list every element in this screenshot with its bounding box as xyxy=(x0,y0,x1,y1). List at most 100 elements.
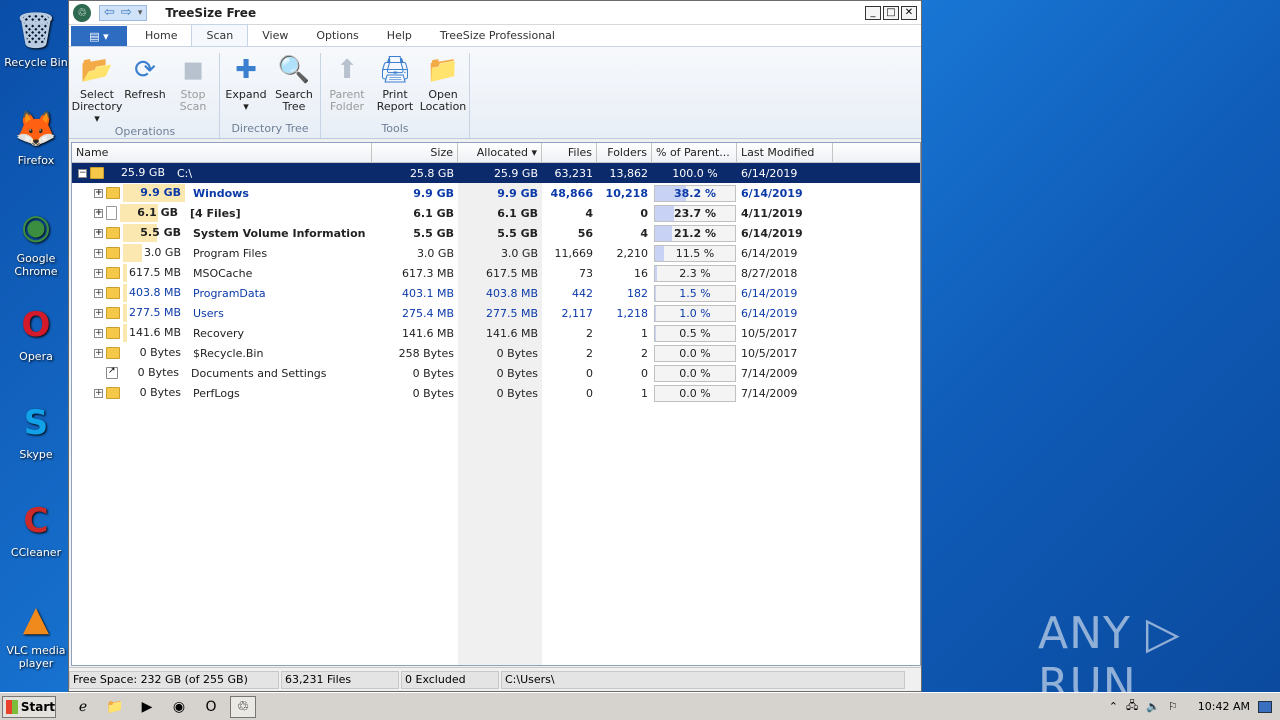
folder-icon xyxy=(106,247,120,259)
percent-bar: 2.3 % xyxy=(654,264,736,282)
name-cell: +9.9 GB Windows xyxy=(72,183,372,203)
expand-icon: ✚ xyxy=(235,55,257,85)
taskbar-explorer-icon[interactable]: 📁 xyxy=(102,696,128,718)
ccleaner-icon: C xyxy=(23,501,49,541)
print-report-button[interactable]: 🖨 Print Report xyxy=(373,53,417,122)
taskbar-ie-icon[interactable]: ℯ xyxy=(70,696,96,718)
files-cell: 63,231 xyxy=(554,166,594,180)
table-row[interactable]: − 25.9 GB C:\ 25.8 GB 25.9 GB 63,231 13,862 100… xyxy=(72,163,920,183)
search-tree-button[interactable]: 🔍 Search Tree xyxy=(272,53,316,122)
tab-options[interactable]: Options xyxy=(302,25,372,46)
minimize-button[interactable]: _ xyxy=(865,5,881,20)
expand-toggle-icon[interactable]: + xyxy=(94,248,103,258)
table-row[interactable]: 0 BytesDocuments and Settings0 Bytes0 By… xyxy=(72,363,920,383)
folder-name: MSOCache xyxy=(193,266,253,280)
tab-help[interactable]: Help xyxy=(373,25,426,46)
maximize-button[interactable]: □ xyxy=(883,5,899,20)
expand-toggle-icon[interactable]: + xyxy=(94,328,103,338)
expand-toggle-icon[interactable]: − xyxy=(78,168,87,178)
folders-cell: 16 xyxy=(634,266,648,280)
app-icon[interactable]: ♲ xyxy=(73,3,91,22)
taskbar-media-player-icon[interactable]: ▶ xyxy=(134,696,160,718)
expand-toggle-icon[interactable]: + xyxy=(94,288,103,298)
action-center-flag-icon[interactable]: ⚐ xyxy=(1168,700,1178,713)
network-icon[interactable]: 🖧 xyxy=(1126,697,1138,716)
tab-view[interactable]: View xyxy=(248,25,302,46)
table-row[interactable]: +141.6 MB Recovery 141.6 MB 141.6 MB 2 1 0.5 %… xyxy=(72,323,920,343)
back-arrow-icon[interactable]: ⇦ xyxy=(104,5,115,20)
window-title: TreeSize Free xyxy=(165,5,257,20)
desktop-icon-google-chrome[interactable]: ◉ Google Chrome xyxy=(4,204,68,278)
skype-icon: S xyxy=(23,403,49,443)
table-row[interactable]: +5.5 GB System Volume Information 5.5 GB 5.… xyxy=(72,223,920,243)
folders-cell: 13,862 xyxy=(609,166,649,180)
select-directory-button[interactable]: 📂 Select Directory ▾ xyxy=(72,53,123,125)
parent-folder-button: ⬆ Parent Folder xyxy=(325,53,369,122)
expand-toggle-icon[interactable]: + xyxy=(94,208,103,218)
expand-toggle-icon[interactable]: + xyxy=(94,268,103,278)
taskbar-opera-icon[interactable]: O xyxy=(198,696,224,718)
table-row[interactable]: +9.9 GB Windows 9.9 GB 9.9 GB 48,866 10,218 38… xyxy=(72,183,920,203)
title-bar: ♲ ⇦ ⇨ ▾ TreeSize Free _ □ ✕ xyxy=(69,1,921,25)
expand-toggle-icon[interactable]: + xyxy=(94,308,103,318)
expand-button[interactable]: ✚ Expand ▾ xyxy=(224,53,268,122)
ribbon-group-directory-tree: ✚ Expand ▾ 🔍 Search Tree Directory Tree xyxy=(220,53,321,138)
folders-cell: 1,218 xyxy=(616,306,649,320)
size-tag: 5.5 GB xyxy=(123,224,185,242)
table-row[interactable]: +3.0 GB Program Files 3.0 GB 3.0 GB 11,669 2,… xyxy=(72,243,920,263)
name-cell: − 25.9 GB C:\ xyxy=(72,163,372,183)
table-row[interactable]: +0 Bytes $Recycle.Bin 258 Bytes 0 Bytes 2 2 0.… xyxy=(72,343,920,363)
column-header-name[interactable]: Name xyxy=(72,143,372,162)
expand-toggle-icon[interactable] xyxy=(94,369,103,378)
desktop-icon-label: Recycle Bin xyxy=(4,56,68,69)
desktop-icon-opera[interactable]: O Opera xyxy=(4,302,68,363)
file-icon xyxy=(106,206,117,220)
ribbon: 📂 Select Directory ▾ ⟳ Refresh ◼ Stop Scan Ope… xyxy=(69,47,921,139)
desktop-icon-ccleaner[interactable]: C CCleaner xyxy=(4,498,68,559)
table-row[interactable]: +403.8 MB ProgramData 403.1 MB 403.8 MB 442 1… xyxy=(72,283,920,303)
volume-icon[interactable]: 🔈 xyxy=(1146,700,1160,713)
expand-toggle-icon[interactable]: + xyxy=(94,228,103,238)
desktop-icon-vlc-media-player[interactable]: ▲ VLC media player xyxy=(4,596,68,670)
taskbar-chrome-icon[interactable]: ◉ xyxy=(166,696,192,718)
forward-arrow-icon[interactable]: ⇨ xyxy=(121,5,132,20)
table-row[interactable]: +0 Bytes PerfLogs 0 Bytes 0 Bytes 0 1 0.0 % 7/1… xyxy=(72,383,920,403)
expand-toggle-icon[interactable]: + xyxy=(94,188,103,198)
taskbar-treesize-icon[interactable]: ♲ xyxy=(230,695,256,718)
size-cell: 5.5 GB xyxy=(413,226,454,240)
percent-bar: 0.0 % xyxy=(654,344,736,362)
show-desktop-button[interactable] xyxy=(1258,700,1272,713)
column-header-files[interactable]: Files xyxy=(542,143,597,162)
desktop-icon-firefox[interactable]: 🦊 Firefox xyxy=(4,106,68,167)
tab-treesize-professional[interactable]: TreeSize Professional xyxy=(426,25,569,46)
quick-access-dropdown-icon[interactable]: ▾ xyxy=(138,8,143,18)
table-row[interactable]: +617.5 MB MSOCache 617.3 MB 617.5 MB 73 16 2.3… xyxy=(72,263,920,283)
tab-scan[interactable]: Scan xyxy=(191,24,249,46)
desktop-icon-recycle-bin[interactable]: 🗑 Recycle Bin xyxy=(4,8,68,69)
tab-home[interactable]: Home xyxy=(131,25,191,46)
desktop-icon-skype[interactable]: S Skype xyxy=(4,400,68,461)
column-header-size[interactable]: Size xyxy=(372,143,458,162)
folders-cell: 2,210 xyxy=(616,246,649,260)
folder-name: $Recycle.Bin xyxy=(193,346,264,360)
expand-toggle-icon[interactable]: + xyxy=(94,348,103,358)
folder-icon xyxy=(90,167,104,179)
tray-expand-icon[interactable]: ⌃ xyxy=(1109,700,1118,713)
expand-toggle-icon[interactable]: + xyxy=(94,388,103,398)
percent-cell: 2.3 % xyxy=(652,264,737,282)
folder-icon xyxy=(106,387,120,399)
start-button[interactable]: Start xyxy=(2,695,56,718)
column-header-pct[interactable]: % of Parent... xyxy=(652,143,737,162)
folders-cell: 1 xyxy=(641,386,648,400)
folder-name: [4 Files] xyxy=(190,206,241,220)
open-location-button[interactable]: 📁 Open Location xyxy=(420,53,467,122)
column-header-alloc[interactable]: Allocated ▾ xyxy=(458,143,542,162)
file-menu-button[interactable]: ▤ ▾ xyxy=(71,26,127,46)
column-header-mod[interactable]: Last Modified xyxy=(737,143,833,162)
clock[interactable]: 10:42 AM xyxy=(1198,700,1250,713)
table-row[interactable]: +6.1 GB [4 Files] 6.1 GB 6.1 GB 4 0 23.7 % 4/11… xyxy=(72,203,920,223)
column-header-folders[interactable]: Folders xyxy=(597,143,652,162)
close-button[interactable]: ✕ xyxy=(901,5,917,20)
table-row[interactable]: +277.5 MB Users 275.4 MB 277.5 MB 2,117 1,218… xyxy=(72,303,920,323)
refresh-button[interactable]: ⟳ Refresh xyxy=(123,53,167,125)
